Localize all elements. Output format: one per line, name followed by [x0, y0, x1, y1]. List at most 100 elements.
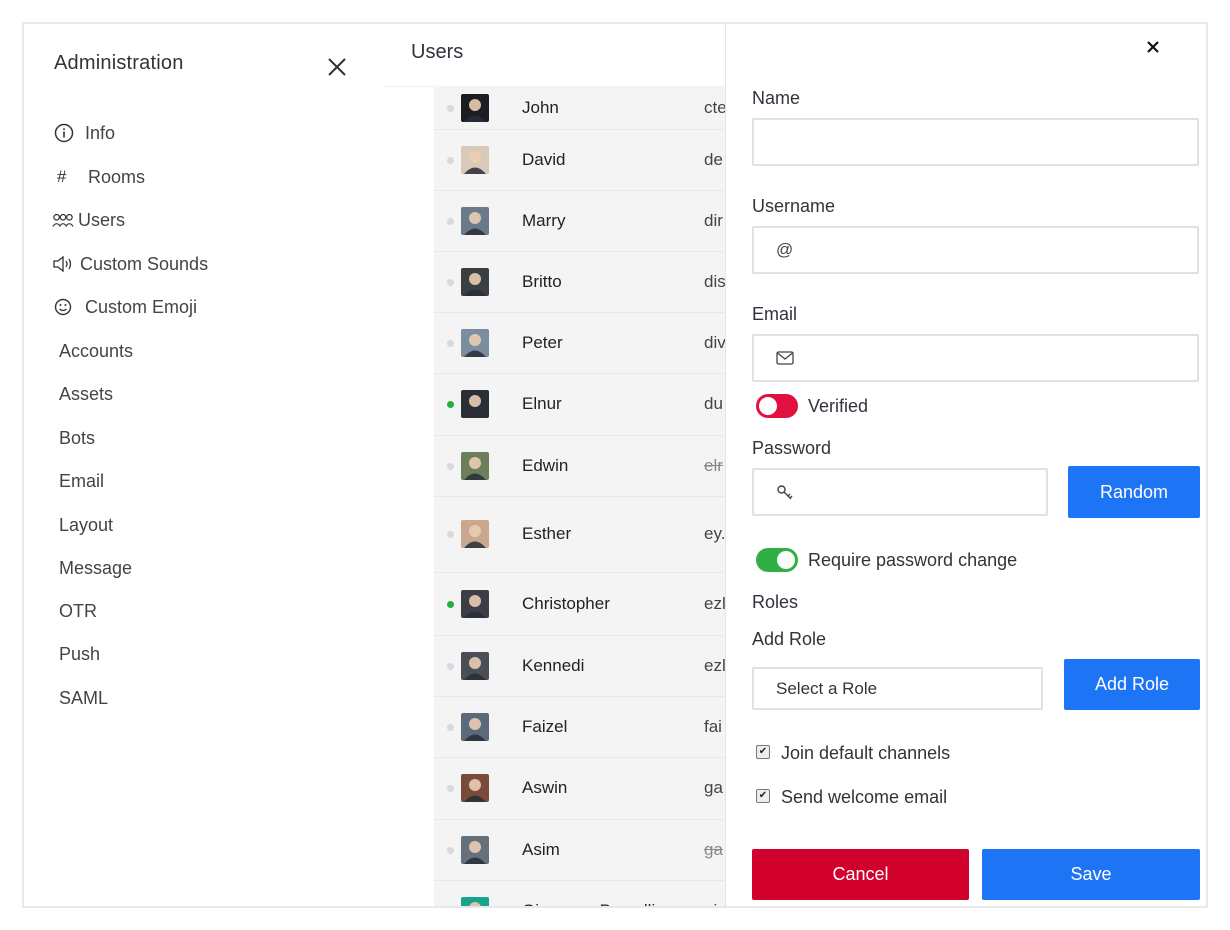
status-dot [447, 723, 454, 731]
random-password-button[interactable]: Random [1068, 466, 1200, 518]
users-list: John cte David de Marry dir Britto dis Peter div E… [434, 86, 725, 909]
table-row[interactable]: Edwin elr [434, 435, 725, 497]
status-dot [447, 662, 454, 670]
users-icon [52, 212, 74, 228]
email-field[interactable] [752, 334, 1199, 382]
user-username: ezl [704, 593, 725, 613]
status-dot [447, 908, 454, 909]
username-label: Username [752, 196, 836, 216]
require-password-change-toggle[interactable] [756, 548, 798, 572]
name-input[interactable] [754, 120, 1197, 164]
key-icon [776, 484, 794, 507]
avatar [461, 520, 489, 548]
info-icon [54, 123, 76, 143]
add-user-panel: Name Username @ Email Verified Password … [725, 24, 1206, 906]
mail-icon [776, 350, 794, 370]
admin-window: Administration Info # Rooms Users Custom… [22, 22, 1208, 908]
user-username: cte [704, 97, 725, 117]
status-dot [447, 217, 454, 225]
toggle-knob [759, 397, 777, 415]
role-select[interactable]: Select a Role [752, 667, 1043, 710]
table-row[interactable]: Christopher ezl [434, 572, 725, 636]
avatar [461, 712, 489, 741]
status-dot [447, 401, 454, 408]
sidebar-item-accounts[interactable]: Accounts [59, 338, 133, 364]
table-row[interactable]: David de [434, 129, 725, 191]
username-field[interactable]: @ [752, 226, 1199, 274]
sidebar-close-icon[interactable] [326, 56, 348, 78]
status-dot [447, 156, 454, 164]
sidebar-item-assets[interactable]: Assets [59, 381, 113, 407]
sidebar-item-info[interactable]: Info [54, 120, 115, 146]
table-row[interactable]: Elnur du [434, 373, 725, 436]
user-username: ey. [704, 524, 725, 543]
user-name: John [522, 97, 559, 117]
user-name: Asim [522, 839, 560, 859]
table-row[interactable]: Giuseppe Porcelli gi [434, 880, 725, 909]
sidebar-item-users[interactable]: Users [52, 207, 125, 233]
table-row[interactable]: Peter div [434, 312, 725, 374]
sidebar-item-label: OTR [59, 600, 97, 621]
user-username: ezl [704, 655, 725, 675]
add-role-label: Add Role [752, 629, 827, 649]
user-username: div [704, 332, 725, 352]
table-row[interactable]: Faizel fai [434, 696, 725, 758]
at-icon: @ [776, 240, 794, 259]
join-default-channels-checkbox[interactable]: ✔ [756, 745, 770, 759]
user-name: Christopher [522, 593, 610, 613]
sidebar-item-bots[interactable]: Bots [59, 425, 95, 451]
avatar [461, 328, 489, 357]
user-name: David [522, 149, 566, 169]
table-row[interactable]: Kennedi ezl [434, 635, 725, 697]
add-role-button[interactable]: Add Role [1064, 659, 1200, 710]
sidebar-item-label: Layout [59, 514, 114, 535]
user-name: Peter [522, 332, 563, 352]
user-name: Edwin [522, 455, 569, 475]
status-dot [447, 531, 454, 538]
sidebar-item-email[interactable]: Email [59, 468, 104, 494]
speaker-icon [52, 255, 74, 273]
avatar [461, 896, 489, 906]
sidebar-item-layout[interactable]: Layout [59, 512, 113, 538]
status-dot [447, 600, 454, 608]
sidebar-item-label: Push [59, 643, 101, 664]
user-username: gi [704, 901, 717, 907]
send-welcome-email-checkbox[interactable]: ✔ [756, 789, 770, 803]
verified-toggle[interactable] [756, 394, 798, 418]
cancel-button[interactable]: Cancel [752, 849, 969, 900]
sidebar-item-custom-emoji[interactable]: Custom Emoji [54, 294, 197, 320]
password-field[interactable] [752, 468, 1048, 516]
sidebar-item-push[interactable]: Push [59, 641, 100, 667]
join-default-channels-label: Join default channels [781, 743, 951, 763]
status-dot [447, 104, 454, 112]
sidebar-item-rooms[interactable]: # Rooms [54, 164, 145, 190]
table-row[interactable]: Asim ga [434, 819, 725, 881]
table-row[interactable]: Esther ey. [434, 496, 725, 573]
sidebar-item-saml[interactable]: SAML [59, 685, 108, 711]
sidebar-item-otr[interactable]: OTR [59, 598, 97, 624]
table-row[interactable]: Britto dis [434, 251, 725, 313]
sidebar-title: Administration [54, 52, 184, 74]
sidebar-item-label: Rooms [88, 166, 146, 187]
name-field[interactable] [752, 118, 1199, 166]
status-dot [447, 785, 454, 792]
status-dot [447, 462, 454, 470]
table-row[interactable]: Aswin ga [434, 757, 725, 820]
status-dot [447, 278, 454, 286]
table-row[interactable]: John cte [434, 86, 725, 130]
avatar [461, 390, 489, 418]
avatar [461, 451, 489, 480]
sidebar-item-message[interactable]: Message [59, 555, 132, 581]
sidebar-item-custom-sounds[interactable]: Custom Sounds [52, 251, 208, 277]
user-name: Britto [522, 271, 562, 291]
avatar [461, 145, 489, 174]
status-dot [447, 846, 454, 854]
toggle-knob [777, 551, 795, 569]
panel-close-icon[interactable] [1144, 38, 1162, 56]
page-title: Users [411, 41, 464, 63]
save-button[interactable]: Save [982, 849, 1200, 900]
table-row[interactable]: Marry dir [434, 190, 725, 252]
avatar [461, 93, 489, 122]
verified-label: Verified [808, 396, 869, 416]
status-dot [447, 339, 454, 347]
